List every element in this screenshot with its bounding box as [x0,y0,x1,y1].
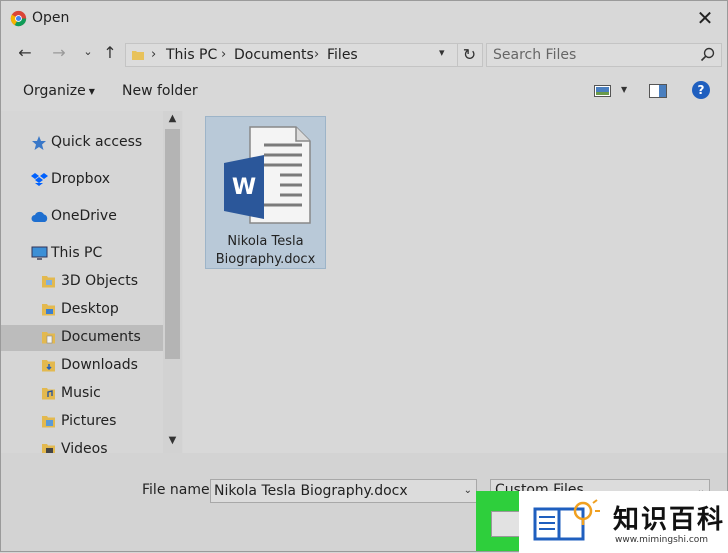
watermark: 知识百科 www.mimingshi.com [519,491,728,553]
help-icon[interactable]: ? [692,81,710,99]
caret-down-icon: ▼ [88,86,95,96]
view-options-caret-icon[interactable]: ▼ [621,85,627,94]
sidebar-item-downloads[interactable]: Downloads [1,353,163,379]
star-icon [32,136,46,150]
title-bar: Open ✕ [1,1,727,37]
folder-icon [42,444,55,453]
breadcrumb-files[interactable]: Files [327,47,358,63]
sidebar-item-quick-access[interactable]: Quick access [1,130,163,156]
open-button[interactable] [491,511,521,537]
scrollbar-thumb[interactable] [165,129,180,359]
file-name-label: Nikola Tesla Biography.docx [206,233,325,269]
breadcrumb-chevron-icon: › [314,47,320,62]
address-bar[interactable]: › This PC › Documents › Files [125,43,483,67]
recent-locations-chevron-icon[interactable]: ⌄ [77,45,99,58]
sidebar-item-label: Desktop [61,301,119,317]
sidebar-item-label: 3D Objects [61,273,139,289]
back-arrow-icon[interactable]: ← [14,43,36,62]
forward-arrow-icon[interactable]: → [48,43,70,62]
breadcrumb-documents[interactable]: Documents [234,47,314,63]
refresh-icon[interactable]: ↻ [457,44,481,66]
sidebar-item-label: Dropbox [51,171,110,187]
chevron-down-icon[interactable]: ⌄ [464,485,472,496]
sidebar-item-label: Videos [61,441,108,453]
organize-button[interactable]: Organize ▼ [23,83,95,99]
up-arrow-icon[interactable]: ↑ [99,43,121,62]
search-input[interactable] [487,44,687,66]
window-title: Open [32,10,70,26]
command-bar: Organize ▼ New folder [1,77,727,107]
sidebar-item-label: OneDrive [51,208,117,224]
organize-label: Organize [23,83,86,99]
file-name-line-2: Biography.docx [215,252,316,267]
chrome-icon [10,10,27,27]
svg-text:W: W [232,175,256,200]
folder-icon [42,416,55,428]
preview-pane-icon[interactable] [649,84,667,98]
folder-icon [42,304,55,316]
file-name-line-1: Nikola Tesla [227,234,304,249]
close-icon[interactable]: ✕ [695,6,715,30]
sidebar-item-label: Pictures [61,413,117,429]
file-list: W Nikola Tesla Biography.docx [185,111,727,453]
word-document-icon: W [224,126,311,224]
watermark-title: 知识百科 [613,505,726,535]
sidebar-item-label: Documents [61,329,141,345]
search-box[interactable] [486,43,722,67]
folder-icon [42,332,55,344]
folder-icon [42,388,55,400]
open-dialog: Open ✕ ← → ⌄ ↑ › This PC › Documents › F… [0,0,728,553]
computer-icon [31,246,48,260]
folder-icon [42,276,55,288]
sidebar-item-label: This PC [51,245,103,261]
scroll-down-icon[interactable]: ▼ [163,435,182,446]
sidebar-scrollbar[interactable]: ▲ ▼ [163,111,182,453]
sidebar-item-music[interactable]: Music [1,381,163,407]
folder-icon [132,51,144,60]
change-view-icon[interactable] [594,84,612,98]
sidebar-item-desktop[interactable]: Desktop [1,297,163,323]
book-lightbulb-logo-icon [533,499,600,541]
cloud-icon [31,211,48,222]
sidebar-item-label: Music [61,385,101,401]
sidebar-item-dropbox[interactable]: Dropbox [1,167,163,193]
address-dropdown-icon[interactable]: ▾ [439,46,445,59]
watermark-url: www.mimingshi.com [615,535,709,545]
sidebar-item-onedrive[interactable]: OneDrive [1,204,163,230]
dropbox-icon [31,173,48,186]
sidebar-item-videos[interactable]: Videos [1,437,163,453]
sidebar-item-documents[interactable]: Documents [1,325,163,351]
file-name-input[interactable] [211,480,451,502]
breadcrumb-chevron-icon: › [221,47,227,62]
file-name-combobox[interactable]: ⌄ [210,479,477,503]
file-item[interactable]: W Nikola Tesla Biography.docx [205,116,326,269]
sidebar-item-label: Quick access [51,134,143,150]
sidebar-item-label: Downloads [61,357,138,373]
folder-icon [42,360,55,372]
highlight-marker [476,491,524,551]
scroll-up-icon[interactable]: ▲ [163,113,182,124]
breadcrumb-chevron-icon: › [151,47,157,62]
search-icon[interactable] [700,47,715,62]
sidebar-item-this-pc[interactable]: This PC [1,241,163,267]
new-folder-button[interactable]: New folder [122,83,198,99]
sidebar-item-3d-objects[interactable]: 3D Objects [1,269,163,295]
sidebar-item-pictures[interactable]: Pictures [1,409,163,435]
file-name-field-label: File name: [142,482,215,498]
navigation-pane: Quick access Dropbox OneDrive This PC 3D… [1,111,183,453]
breadcrumb-this-pc[interactable]: This PC [166,47,217,63]
